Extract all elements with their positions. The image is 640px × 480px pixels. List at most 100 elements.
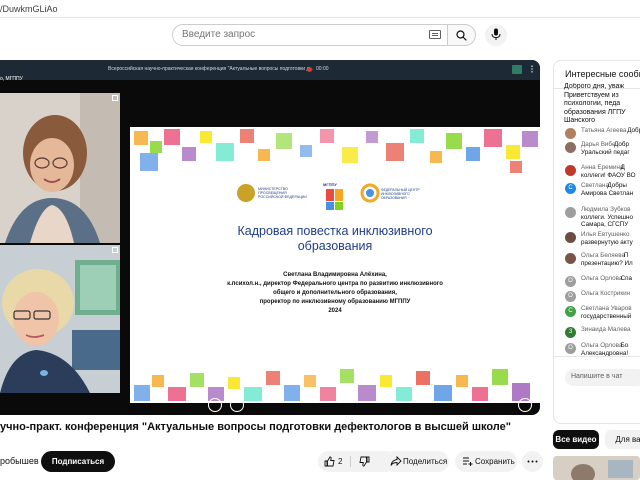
chat-message[interactable]: Ольга Беляева Ппрезентацию? Ил [565, 252, 640, 270]
thumbs-down-icon[interactable] [359, 456, 370, 467]
chat-message[interactable]: С Светлана Добры Амирова Светлан [565, 182, 640, 200]
headphones-icon[interactable] [208, 398, 222, 412]
chat-message[interactable]: Татьяна АгееваДобр [565, 127, 640, 139]
youtube-watch-page: /DuwkmGLiAo Всероссийская научно-практич… [0, 0, 640, 480]
chat-text-line-2: Амирова Светлан [581, 189, 634, 197]
chat-text: Добр [627, 127, 640, 134]
chat-author: Анна Еремина [581, 164, 624, 171]
search-icon [456, 30, 467, 41]
slide-author-line-4: проректор по инклюзивному образованию МГ… [259, 299, 411, 305]
chat-author: Дарья Вибе [581, 141, 616, 148]
more-vertical-icon[interactable] [528, 65, 536, 73]
chat-author: Ольга Орлова [581, 275, 623, 282]
pinned-message-line: образования ЛГПУ [564, 108, 626, 116]
microphone-icon [491, 28, 501, 40]
browser-url-bar[interactable]: /DuwkmGLiAo [0, 0, 640, 18]
chat-author: Светлана Уваров [581, 305, 632, 312]
avatar: С [565, 306, 576, 317]
chat-text: Добры [607, 182, 627, 189]
avatar [565, 207, 576, 218]
share-label: Поделиться [403, 457, 448, 466]
presentation-slide: МИНИСТЕРСТВО ПРОСВЕЩЕНИЯ РОССИЙСКОЙ ФЕДЕ… [130, 127, 540, 403]
chat-message[interactable]: Людмила Зубков коллеги. Успешно Самара, СГ… [565, 206, 640, 230]
ministry-emblem-icon [237, 184, 255, 202]
chat-input[interactable]: Напишите в чат [565, 369, 640, 386]
search-button[interactable] [448, 24, 476, 46]
video-title: учно-практ. конференция "Актуальные вопр… [0, 421, 511, 433]
chat-message[interactable]: С Светлана Уваров государственный [565, 305, 640, 323]
chat-input-divider [553, 356, 640, 357]
speaker-label: o, МГППУ [0, 76, 23, 82]
chat-author: Светлана [581, 182, 610, 189]
chat-message[interactable]: З Зинаида Малева [565, 326, 640, 338]
chat-text-line-2: государственный [581, 312, 632, 320]
recommendation-thumbnail[interactable] [553, 456, 640, 480]
avatar [565, 142, 576, 153]
chat-message[interactable]: О Ольга Орлова Спа [565, 275, 640, 287]
avatar [565, 128, 576, 139]
avatar [565, 253, 576, 264]
slide-author-block: Светлана Владимировна Алёхина, к.психол.… [170, 271, 500, 316]
chat-message[interactable]: Анна Еремина Дколлеги! ФАОУ ВО [565, 164, 640, 182]
chat-message[interactable]: О Ольга Кострикин [565, 290, 640, 302]
chat-author: Татьяна Агеева [581, 127, 627, 134]
slide-title-line-1: Кадровая повестка инклюзивного [237, 224, 433, 238]
keyboard-icon[interactable] [429, 30, 441, 39]
avatar: З [565, 327, 576, 338]
chip-all-videos[interactable]: Все видео [553, 430, 599, 449]
chat-text: Д [620, 164, 625, 171]
avatar: О [565, 343, 576, 354]
record-time: 00:00 [316, 66, 329, 72]
expand-icon[interactable] [112, 247, 118, 253]
chat-message[interactable]: Дарья Вибе Добр Уральский педаг [565, 141, 640, 159]
video-player[interactable]: Всероссийская научно-практическая конфер… [0, 60, 540, 415]
slide-decor-top [130, 127, 540, 179]
save-button[interactable]: Сохранить [455, 451, 517, 472]
chat-text-line-2: презентацию? Ил [581, 259, 633, 267]
pinned-message-line: психологии, педа [564, 100, 621, 107]
chat-author: Ольга Орлова [581, 342, 623, 349]
chat-author: Людмила Зубков [581, 206, 631, 213]
participant-1-image [0, 93, 120, 243]
record-indicator-icon [307, 67, 312, 72]
chat-text-line-2: коллеги. Успешно [581, 213, 634, 221]
chat-message[interactable]: Илья Евтушенко развернутую акту [565, 231, 640, 249]
slide-author-line-2: к.психол.н., директор Федерального центр… [227, 281, 443, 287]
like-divider [350, 456, 351, 467]
slide-title-line-2: образования [297, 239, 373, 253]
share-button[interactable]: Поделиться [383, 451, 449, 472]
chat-author: Илья Евтушенко [581, 231, 630, 238]
chat-author: Ольга Кострикин [581, 290, 631, 297]
subscribe-button[interactable]: Подписаться [41, 451, 115, 472]
url-text: /DuwkmGLiAo [0, 4, 58, 14]
conference-header: Всероссийская научно-практическая конфер… [108, 66, 314, 72]
picture-in-picture-icon[interactable] [230, 398, 244, 412]
voice-search-button[interactable] [485, 24, 507, 46]
pinned-message-line: Доброго дня, уваж [564, 83, 625, 90]
channel-name[interactable]: робышев [0, 456, 39, 466]
avatar: С [565, 183, 576, 194]
slide-logos: МИНИСТЕРСТВО ПРОСВЕЩЕНИЯ РОССИЙСКОЙ ФЕДЕ… [130, 181, 540, 221]
chat-author: Ольга Беляева [581, 252, 625, 259]
pinned-message-line: Шанского [564, 117, 596, 124]
more-actions-button[interactable] [522, 451, 543, 472]
chip-for-you[interactable]: Для вас [605, 430, 640, 449]
player-controls [0, 395, 540, 415]
chat-message[interactable]: О Ольга Орлова Бо Александровна! [565, 342, 640, 360]
search-box[interactable] [172, 24, 448, 46]
avatar [565, 232, 576, 243]
slide-author-line-3: общего и дополнительного образования, [273, 290, 397, 296]
signal-icon [512, 65, 522, 74]
chat-text: Добр [614, 141, 629, 148]
expand-icon[interactable] [112, 95, 118, 101]
chat-text-line-3: Самара, СГСПУ [581, 221, 629, 228]
player-conference-bar: Всероссийская научно-практическая конфер… [0, 60, 540, 80]
chat-text-line-2: Уральский педаг [581, 148, 630, 156]
chat-text: Бо [620, 342, 629, 349]
save-label: Сохранить [475, 457, 515, 466]
chat-text: П [623, 252, 629, 259]
search-input[interactable] [182, 29, 422, 40]
thumbs-up-icon[interactable] [324, 456, 335, 467]
more-horizontal-icon [527, 460, 538, 463]
fullscreen-icon[interactable] [518, 398, 532, 412]
